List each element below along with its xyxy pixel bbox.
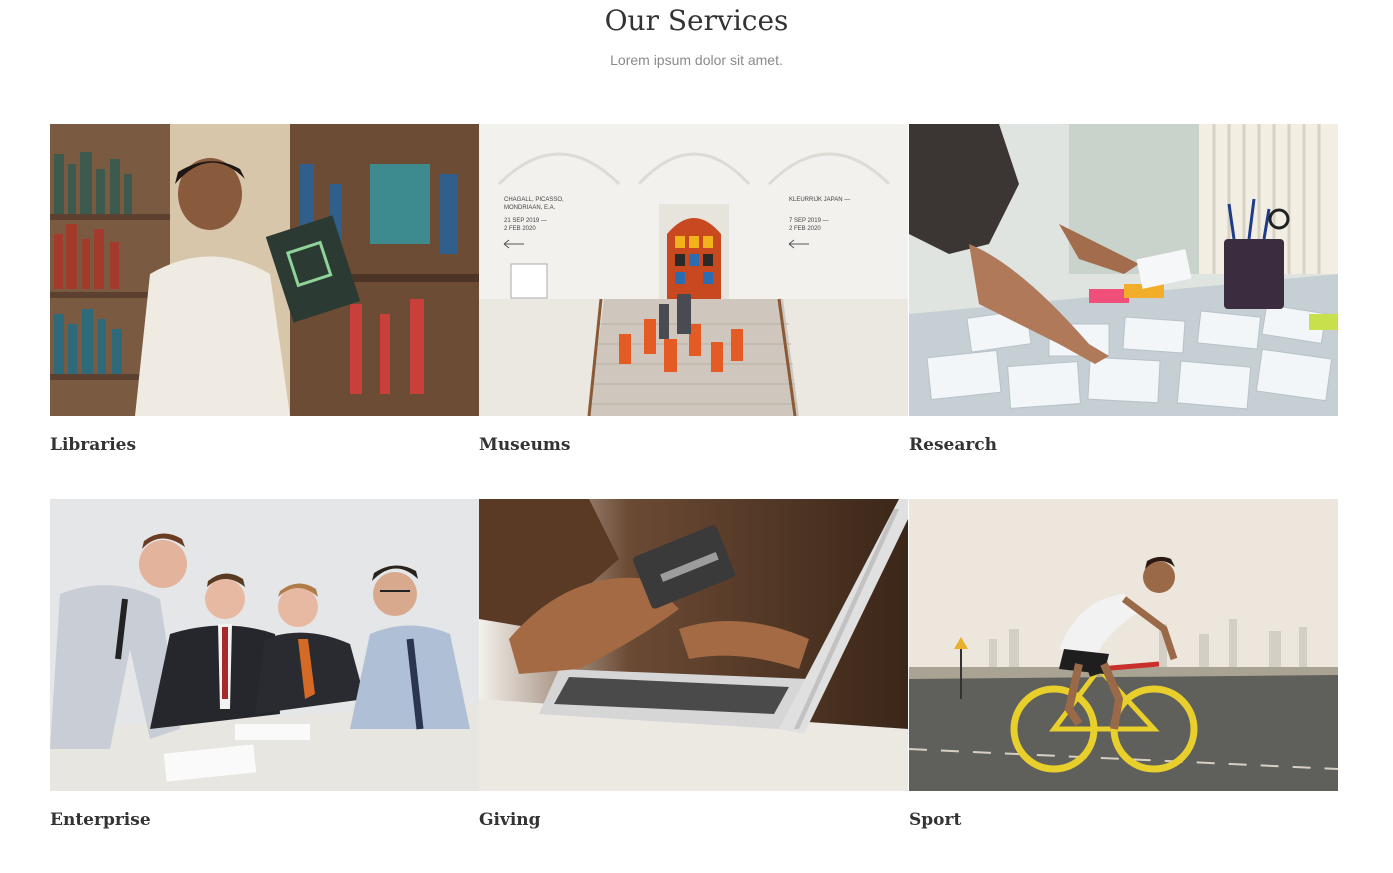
museum-wall-text-right-3: 2 FEB 2020 [789,226,821,232]
service-label-giving[interactable]: Giving [479,810,541,830]
service-label-museums[interactable]: Museums [479,435,570,455]
section-title: Our Services [604,4,789,37]
section-subtitle: Lorem ipsum dolor sit amet. [610,52,783,68]
service-card-museums[interactable]: CHAGALL, PICASSO, MONDRIAAN, E.A. 21 SEP… [479,124,908,455]
service-label-sport[interactable]: Sport [909,810,961,830]
service-label-libraries[interactable]: Libraries [50,435,136,455]
museum-wall-text-right-2: 7 SEP 2019 — [789,218,829,224]
museum-wall-text-left-4: 2 FEB 2020 [504,226,536,232]
research-photo-icon[interactable] [909,124,1338,416]
sport-photo-icon[interactable] [909,499,1338,791]
museum-photo-icon[interactable]: CHAGALL, PICASSO, MONDRIAAN, E.A. 21 SEP… [479,124,908,416]
service-card-giving[interactable]: Giving [479,499,908,830]
services-page: Our Services Lorem ipsum dolor sit amet. [0,0,1393,873]
library-photo-icon[interactable] [50,124,479,416]
service-label-enterprise[interactable]: Enterprise [50,810,151,830]
enterprise-photo-icon[interactable] [50,499,479,791]
museum-wall-text-left-3: 21 SEP 2019 — [504,218,547,224]
service-label-research[interactable]: Research [909,435,997,455]
museum-wall-text-right-0: KLEURRIJK JAPAN — [789,197,850,203]
museum-wall-text-left-1: MONDRIAAN, E.A. [504,205,556,211]
service-card-sport[interactable]: Sport [909,499,1338,830]
service-card-libraries[interactable]: Libraries [50,124,479,455]
service-card-enterprise[interactable]: Enterprise [50,499,479,830]
service-card-research[interactable]: Research [909,124,1338,455]
museum-wall-text-left-0: CHAGALL, PICASSO, [504,197,564,203]
giving-photo-icon[interactable] [479,499,908,791]
